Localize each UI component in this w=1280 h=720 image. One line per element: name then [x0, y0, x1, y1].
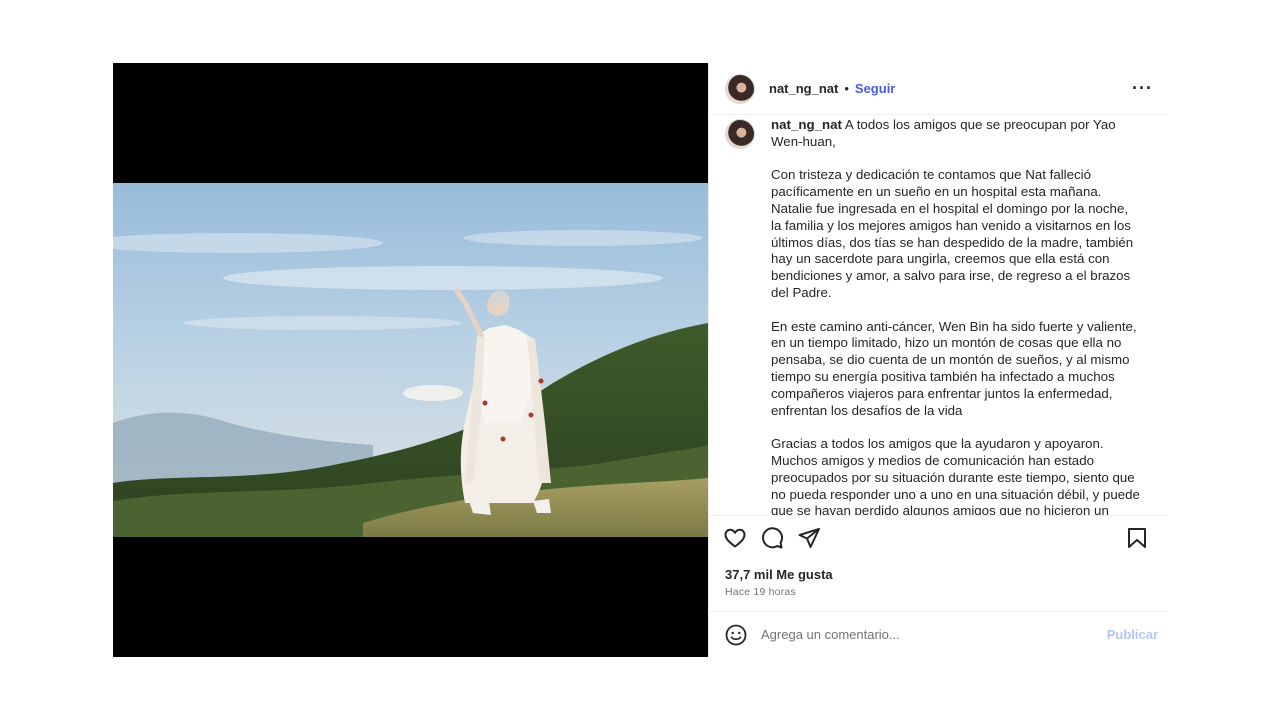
comment-bar: Publicar [709, 611, 1168, 657]
comment-icon[interactable] [760, 526, 784, 550]
share-icon[interactable] [797, 526, 821, 550]
avatar[interactable] [725, 73, 755, 104]
caption-paragraph-3: En este camino anti-cáncer, Wen Bin ha s… [771, 318, 1137, 418]
post-side-panel: nat_ng_nat • Seguir ··· nat_ng_nat A tod… [708, 63, 1168, 657]
emoji-icon[interactable] [724, 623, 748, 647]
post-photo [113, 183, 708, 537]
comment-input[interactable] [761, 627, 1107, 642]
follow-button[interactable]: Seguir [855, 81, 895, 96]
heart-icon[interactable] [723, 526, 747, 550]
post-header: nat_ng_nat • Seguir ··· [709, 63, 1167, 115]
instagram-post: nat_ng_nat • Seguir ··· nat_ng_nat A tod… [113, 63, 1168, 657]
caption-area[interactable]: nat_ng_nat A todos los amigos que se pre… [709, 115, 1167, 515]
caption-paragraph-1: nat_ng_nat A todos los amigos que se pre… [771, 117, 1141, 151]
caption-paragraph-2: Con tristeza y dedicación te contamos qu… [771, 167, 1134, 300]
bookmark-icon[interactable] [1125, 526, 1149, 550]
likes-count[interactable]: 37,7 mil Me gusta [725, 567, 833, 582]
caption-paragraph-4: Gracias a todos los amigos que la ayudar… [771, 436, 1140, 515]
post-username[interactable]: nat_ng_nat [769, 81, 838, 96]
caption-row: nat_ng_nat A todos los amigos que se pre… [725, 117, 1153, 515]
post-timestamp[interactable]: Hace 19 horas [725, 586, 796, 598]
post-media[interactable] [113, 63, 708, 657]
more-horizontal-icon[interactable]: ··· [1132, 78, 1153, 99]
caption-username[interactable]: nat_ng_nat [771, 117, 842, 132]
post-actions [709, 515, 1168, 559]
separator-dot: • [844, 81, 849, 96]
caption-text: nat_ng_nat A todos los amigos que se pre… [771, 117, 1141, 515]
publish-button[interactable]: Publicar [1107, 627, 1158, 642]
caption-avatar[interactable] [725, 119, 755, 149]
